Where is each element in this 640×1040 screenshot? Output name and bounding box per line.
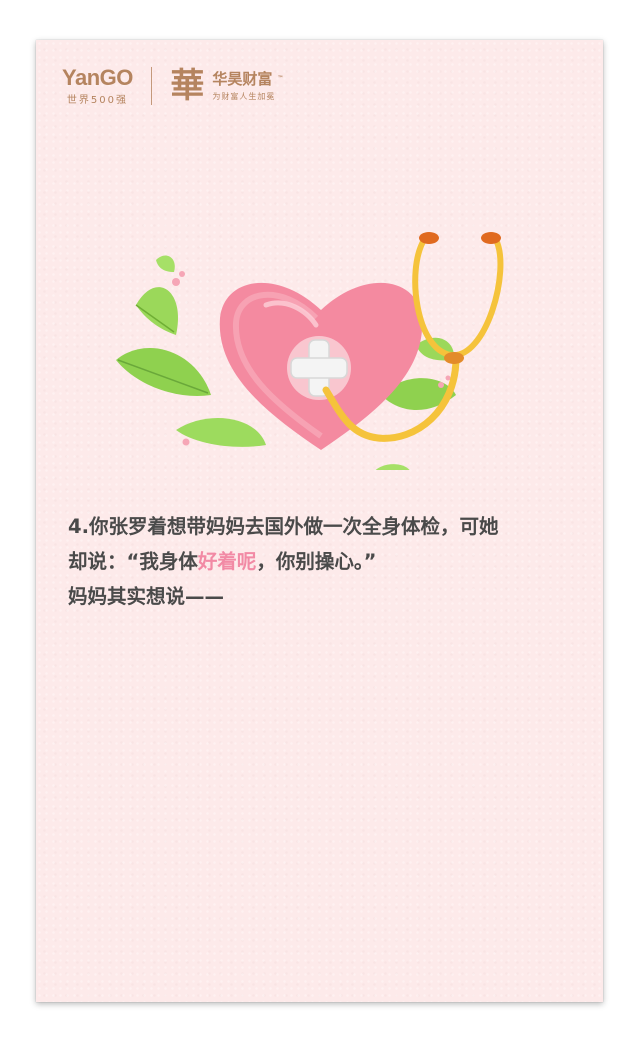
- highlight-phrase: 好着呢: [197, 550, 257, 573]
- huayu-name: 华昊财富 ™: [212, 69, 284, 88]
- medical-cross-icon: [287, 336, 351, 400]
- message-text: 4.你张罗着想带妈妈去国外做一次全身体检，可她 却说：“我身体好着呢，你别操心。…: [68, 509, 578, 614]
- brand-logo-bar: YanGO 世界500强 華 华昊财富 ™ 为财富人生加冕: [62, 64, 284, 108]
- card: YanGO 世界500强 華 华昊财富 ™ 为财富人生加冕 4.你张罗着想带妈妈…: [36, 40, 603, 1002]
- message-line-2: 却说：“我身体好着呢，你别操心。”: [68, 550, 377, 573]
- logo-divider: [150, 67, 153, 105]
- heart-stethoscope-illustration: [116, 232, 504, 470]
- message-line-3: 妈妈其实想说——: [68, 585, 225, 608]
- yango-tagline: 世界500强: [66, 94, 128, 106]
- huayu-slogan: 为财富人生加冕: [212, 91, 276, 101]
- message-line-1: 4.你张罗着想带妈妈去国外做一次全身体检，可她: [68, 515, 499, 538]
- trademark-mark: ™: [277, 74, 284, 82]
- huayu-logo-glyph: 華: [170, 66, 205, 106]
- huayu-logo-text: 华昊财富 ™ 为财富人生加冕: [212, 69, 284, 102]
- yango-wordmark: YanGO: [62, 64, 133, 90]
- yango-logo: YanGO 世界500强: [62, 64, 133, 106]
